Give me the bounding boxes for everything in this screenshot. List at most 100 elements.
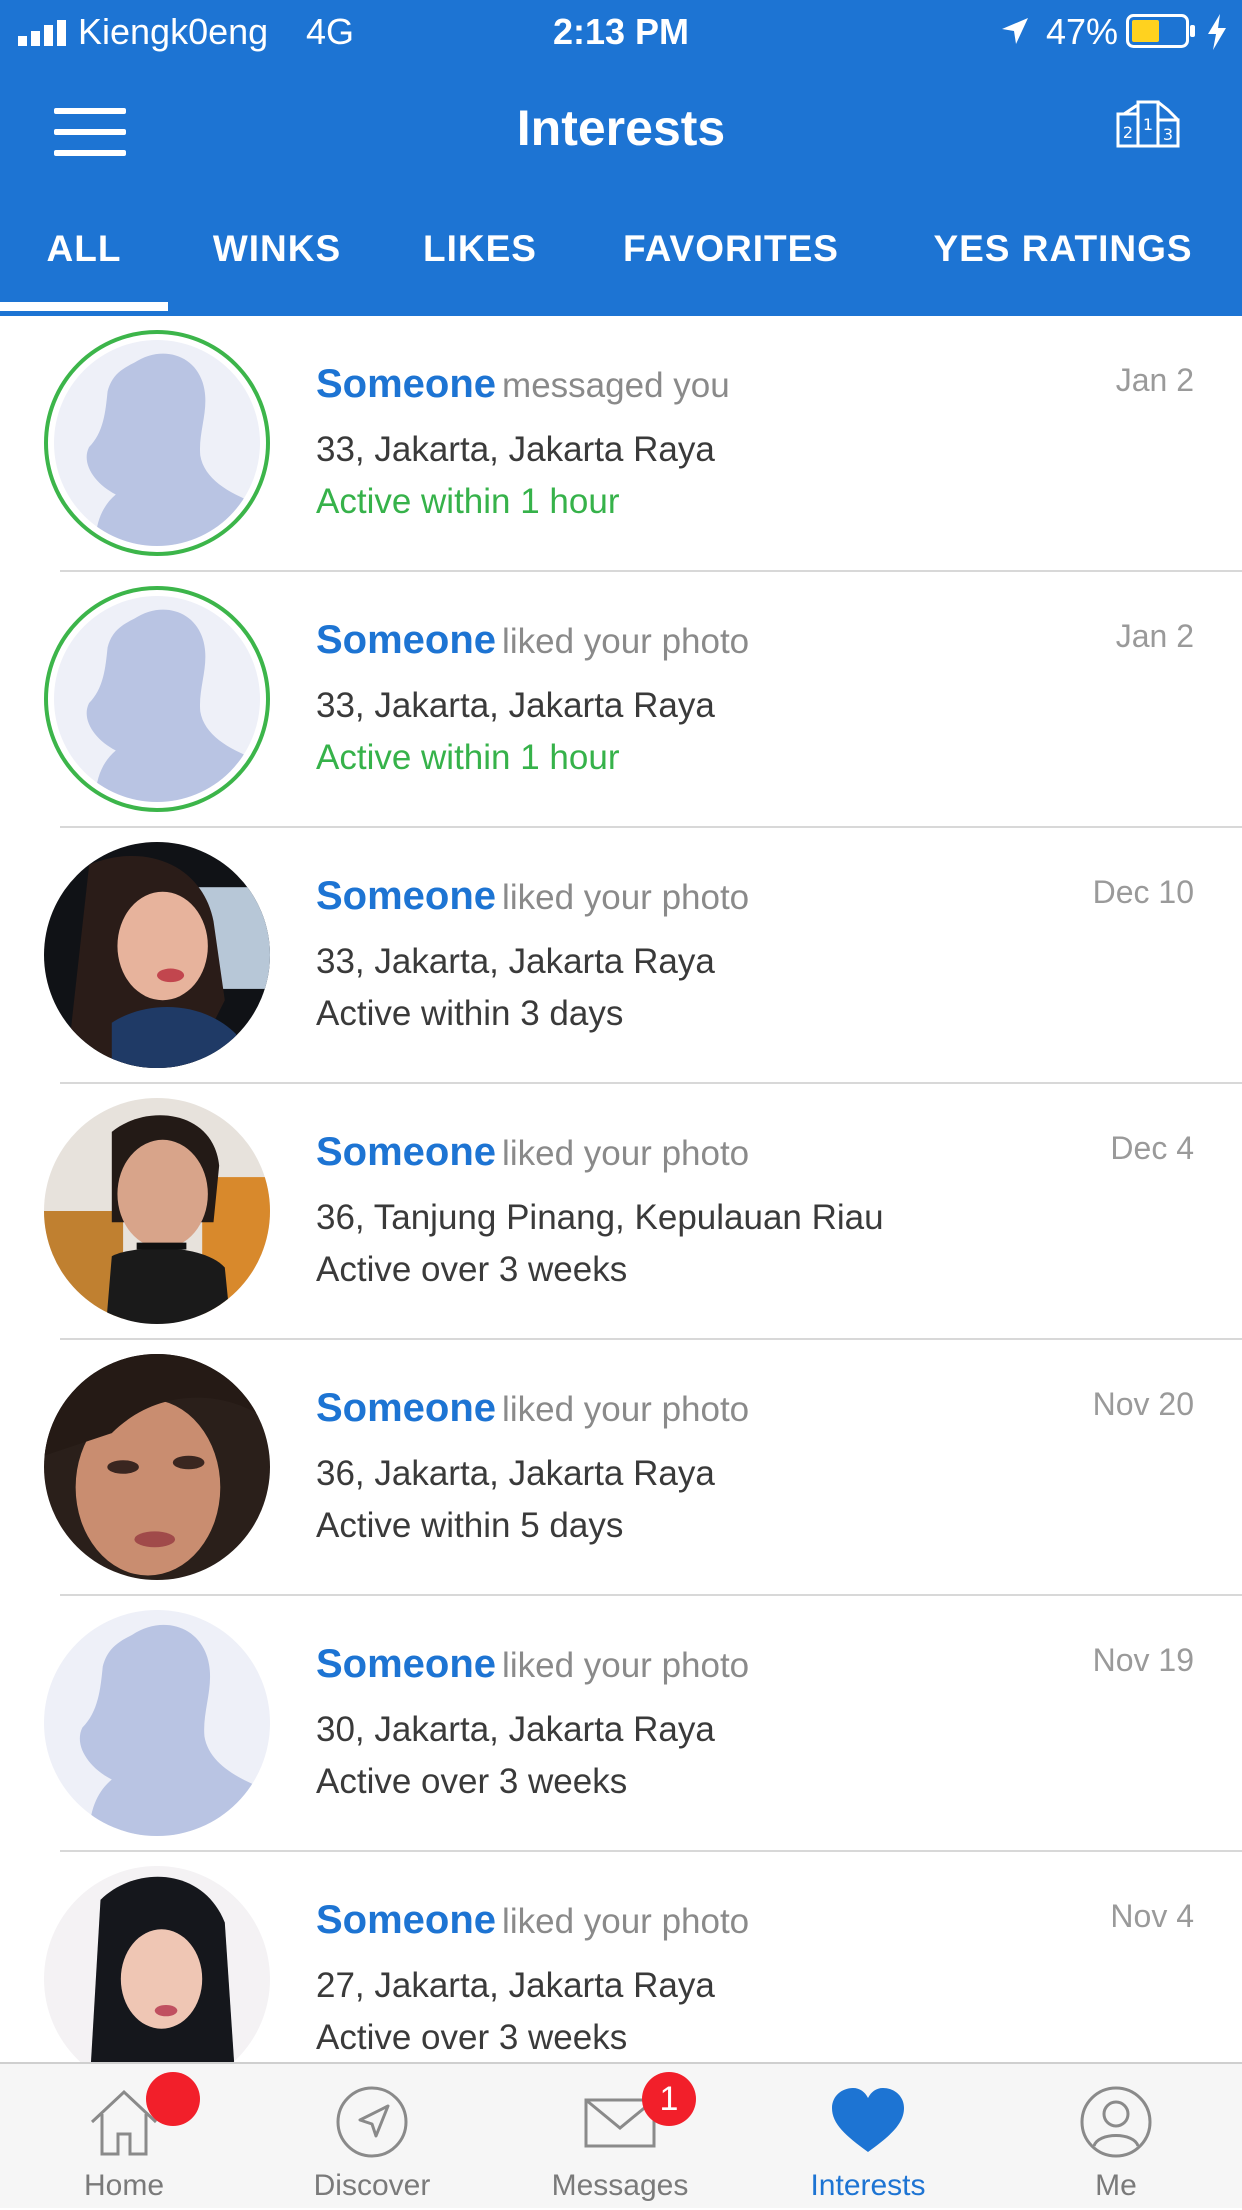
user-name[interactable]: Someone: [316, 1130, 496, 1174]
avatar[interactable]: [44, 1866, 270, 2062]
activity-status: Active within 1 hour: [316, 482, 620, 521]
page-title: Interests: [516, 100, 726, 156]
tab-likes[interactable]: LIKES: [408, 218, 552, 316]
list-item[interactable]: Someone liked your photo 30, Jakarta, Jak…: [0, 1596, 1242, 1852]
item-date: Jan 2: [1115, 362, 1194, 398]
tab-label: Interests: [810, 2169, 926, 2202]
action-text: liked your photo: [502, 622, 750, 661]
active-tab-indicator: [0, 302, 168, 311]
messages-count-badge: 1: [642, 2072, 696, 2126]
interests-list: Someone messaged you 33, Jakarta, Jakarta…: [0, 316, 1242, 2062]
profile-photo: [44, 842, 270, 1068]
hamburger-line: [54, 150, 126, 156]
activity-status: Active within 1 hour: [316, 738, 620, 777]
list-item[interactable]: Someone liked your photo 27, Jakarta, Jak…: [0, 1852, 1242, 2062]
list-item[interactable]: Someone liked your photo 36, Jakarta, Jak…: [0, 1340, 1242, 1596]
user-name[interactable]: Someone: [316, 1386, 496, 1430]
tab-discover[interactable]: Discover: [282, 2064, 462, 2210]
tab-favorites[interactable]: FAVORITES: [606, 218, 856, 316]
activity-status: Active over 3 weeks: [316, 2018, 628, 2057]
silhouette-avatar: [54, 596, 260, 802]
avatar[interactable]: [44, 330, 270, 556]
tab-label: Messages: [551, 2169, 689, 2202]
user-name[interactable]: Someone: [316, 1898, 496, 1942]
avatar[interactable]: [44, 842, 270, 1068]
user-details: 33, Jakarta, Jakarta Raya: [316, 686, 715, 725]
charging-bolt-icon: [1208, 14, 1226, 50]
home-notification-badge: [146, 2072, 200, 2126]
avatar[interactable]: [44, 1098, 270, 1324]
activity-status: Active within 3 days: [316, 994, 624, 1033]
status-bar: Kiengk0eng 4G 2:13 PM 47%: [0, 0, 1242, 64]
tab-messages[interactable]: 1 Messages: [530, 2064, 710, 2210]
svg-text:2: 2: [1123, 123, 1133, 142]
list-item[interactable]: Someone liked your photo 33, Jakarta, Jak…: [0, 572, 1242, 828]
avatar[interactable]: [44, 1354, 270, 1580]
item-date: Nov 19: [1092, 1642, 1194, 1678]
item-title: Someone liked your photo: [316, 1896, 749, 1946]
action-text: liked your photo: [502, 1902, 750, 1941]
list-item[interactable]: Someone liked your photo 33, Jakarta, Jak…: [0, 828, 1242, 1084]
item-date: Dec 10: [1092, 874, 1194, 910]
item-date: Nov 20: [1092, 1386, 1194, 1422]
battery-icon: [1126, 14, 1195, 48]
list-item[interactable]: Someone messaged you 33, Jakarta, Jakarta…: [0, 316, 1242, 572]
tab-label: Home: [83, 2169, 165, 2202]
item-date: Jan 2: [1115, 618, 1194, 654]
tab-yes-ratings[interactable]: YES RATINGS: [918, 218, 1208, 316]
activity-status: Active over 3 weeks: [316, 1250, 628, 1289]
compass-icon: [336, 2086, 408, 2158]
item-title: Someone liked your photo: [316, 872, 749, 922]
user-details: 27, Jakarta, Jakarta Raya: [316, 1966, 715, 2005]
tab-winks[interactable]: WINKS: [196, 218, 358, 316]
item-title: Someone liked your photo: [316, 1640, 749, 1690]
profile-photo: [44, 1098, 270, 1324]
user-name[interactable]: Someone: [316, 362, 496, 406]
user-details: 36, Tanjung Pinang, Kepulauan Riau: [316, 1198, 884, 1237]
hamburger-icon: [54, 108, 126, 114]
tab-me[interactable]: Me: [1026, 2064, 1206, 2210]
action-text: liked your photo: [502, 878, 750, 917]
heart-icon: [832, 2088, 904, 2152]
item-title: Someone messaged you: [316, 360, 730, 410]
avatar[interactable]: [44, 586, 270, 812]
action-text: messaged you: [502, 366, 730, 405]
app-header: Kiengk0eng 4G 2:13 PM 47% Interests 2 1: [0, 0, 1242, 316]
user-name[interactable]: Someone: [316, 874, 496, 918]
user-details: 33, Jakarta, Jakarta Raya: [316, 430, 715, 469]
activity-status: Active over 3 weeks: [316, 1762, 628, 1801]
action-text: liked your photo: [502, 1390, 750, 1429]
tab-home[interactable]: Home: [34, 2064, 214, 2210]
location-arrow-icon: [1002, 18, 1028, 44]
user-name[interactable]: Someone: [316, 618, 496, 662]
user-icon: [1080, 2086, 1152, 2158]
leaderboard-icon[interactable]: 2 1 3: [1114, 96, 1182, 152]
svg-text:3: 3: [1163, 125, 1173, 144]
hamburger-line: [54, 129, 126, 135]
user-details: 30, Jakarta, Jakarta Raya: [316, 1710, 715, 1749]
user-details: 33, Jakarta, Jakarta Raya: [316, 942, 715, 981]
user-name[interactable]: Someone: [316, 1642, 496, 1686]
action-text: liked your photo: [502, 1134, 750, 1173]
item-date: Nov 4: [1110, 1898, 1194, 1934]
action-text: liked your photo: [502, 1646, 750, 1685]
silhouette-avatar: [44, 1610, 270, 1836]
silhouette-avatar: [54, 340, 260, 546]
profile-photo: [44, 1354, 270, 1580]
user-details: 36, Jakarta, Jakarta Raya: [316, 1454, 715, 1493]
item-title: Someone liked your photo: [316, 616, 749, 666]
tab-label: Discover: [313, 2169, 431, 2202]
profile-photo: [44, 1866, 270, 2062]
item-title: Someone liked your photo: [316, 1128, 749, 1178]
activity-status: Active within 5 days: [316, 1506, 624, 1545]
filter-tabs: ALL WINKS LIKES FAVORITES YES RATINGS: [0, 218, 1242, 316]
list-item[interactable]: Someone liked your photo 36, Tanjung Pina…: [0, 1084, 1242, 1340]
tab-label: Me: [1095, 2169, 1137, 2202]
item-date: Dec 4: [1110, 1130, 1194, 1166]
battery-percent: 47%: [1046, 11, 1119, 52]
tab-interests[interactable]: Interests: [778, 2064, 958, 2210]
menu-button[interactable]: [54, 104, 128, 160]
avatar[interactable]: [44, 1610, 270, 1836]
svg-text:1: 1: [1143, 115, 1153, 134]
bottom-tab-bar: Home Discover 1 Messages Interests Me: [0, 2062, 1242, 2208]
